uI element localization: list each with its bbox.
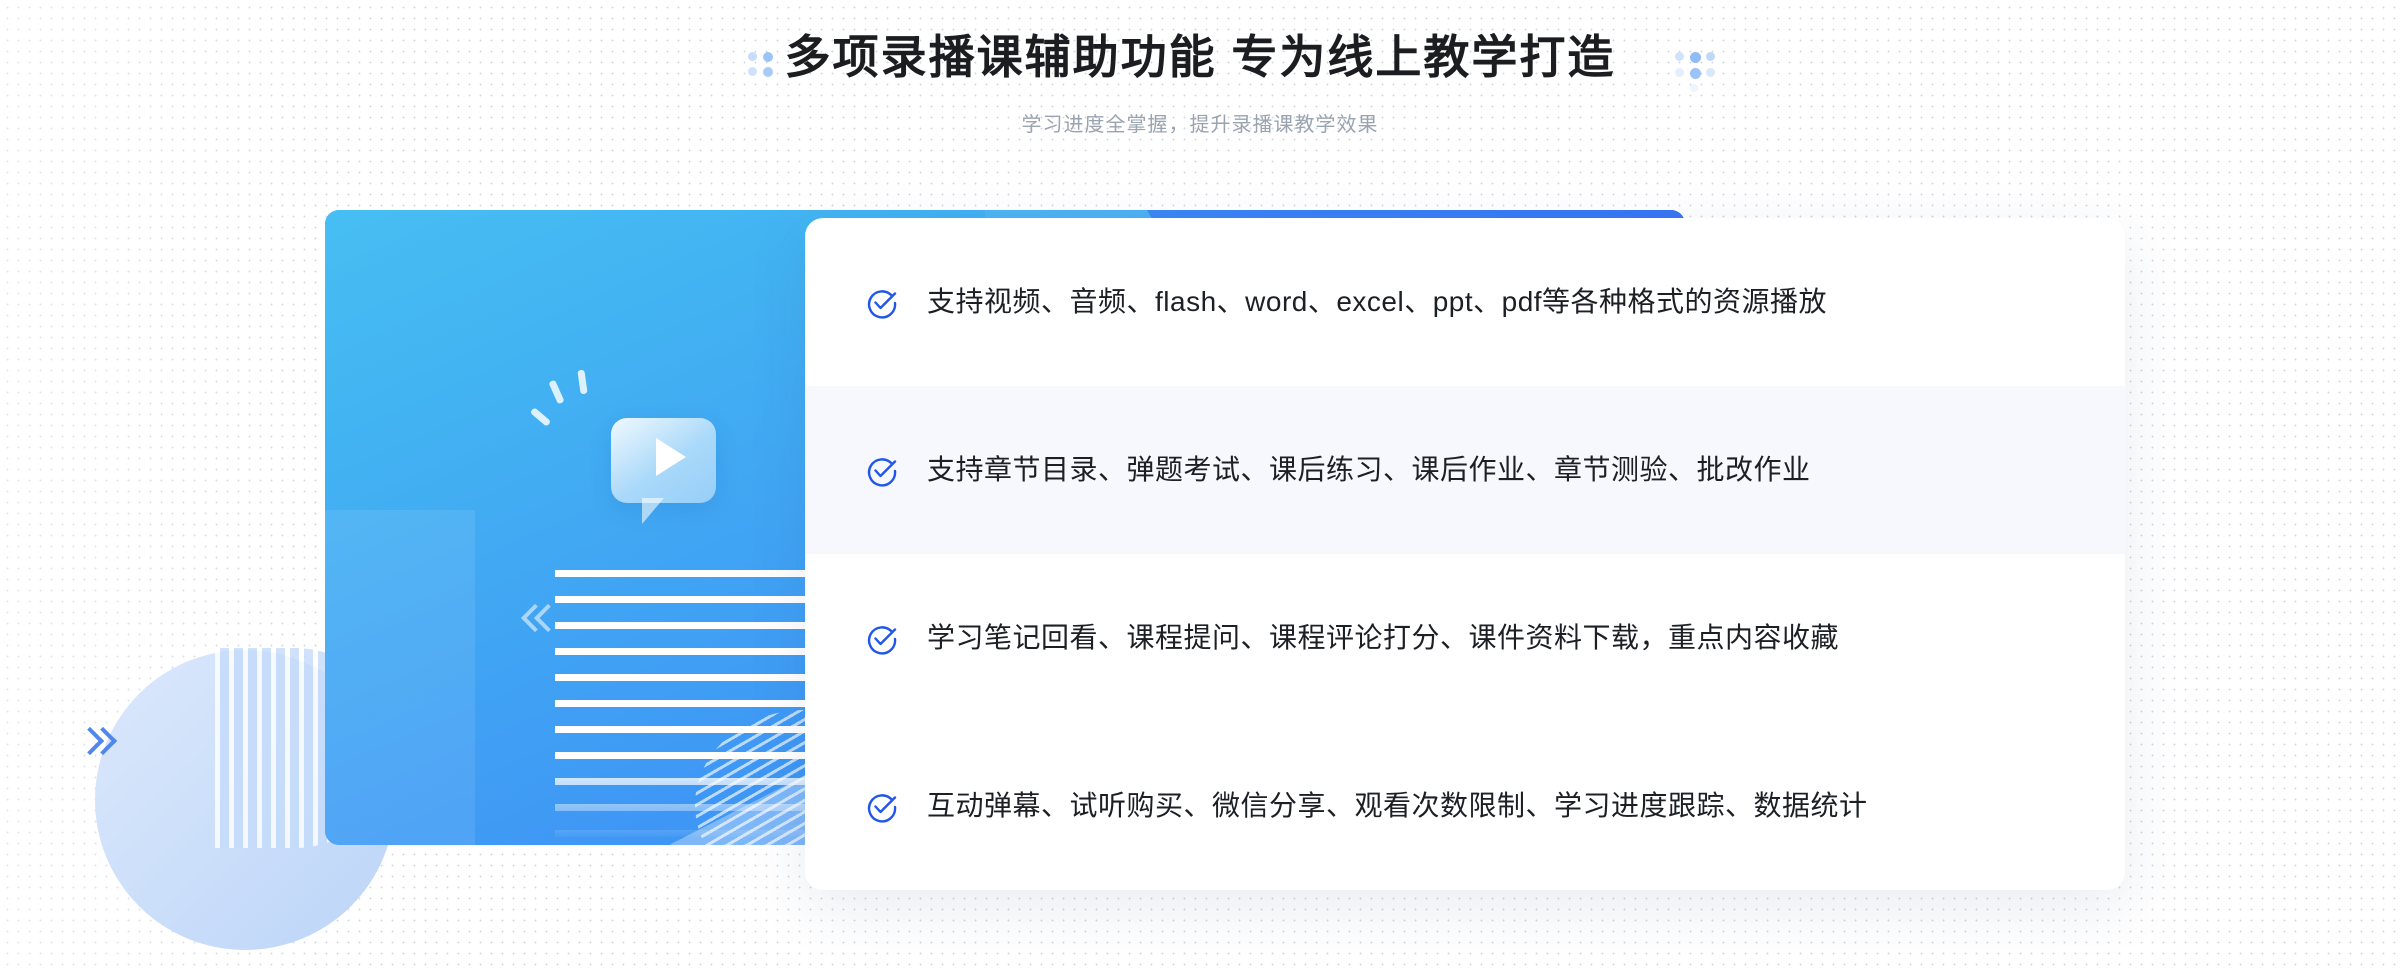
page-header: 多项录播课辅助功能 专为线上教学打造 学习进度全掌握，提升录播课教学效果 [0, 0, 2400, 170]
feature-text: 学习笔记回看、课程提问、课程评论打分、课件资料下载，重点内容收藏 [927, 622, 1840, 653]
feature-text: 支持视频、音频、flash、word、excel、ppt、pdf等各种格式的资源… [927, 286, 1828, 317]
feature-card: 支持视频、音频、flash、word、excel、ppt、pdf等各种格式的资源… [805, 218, 2125, 890]
check-circle-icon [867, 626, 897, 655]
illustration-rect-1 [325, 510, 475, 845]
chevron-left-icon [520, 603, 565, 633]
feature-row-1[interactable]: 支持视频、音频、flash、word、excel、ppt、pdf等各种格式的资源… [805, 218, 2125, 386]
feature-row-2[interactable]: 支持章节目录、弹题考试、课后练习、课后作业、章节测验、批改作业 [805, 386, 2125, 554]
check-circle-icon [867, 458, 897, 487]
check-circle-icon [867, 290, 897, 319]
feature-row-4[interactable]: 互动弹幕、试听购买、微信分享、观看次数限制、学习进度跟踪、数据统计 [805, 722, 2125, 890]
chevron-right-icon [75, 726, 120, 756]
feature-row-3[interactable]: 学习笔记回看、课程提问、课程评论打分、课件资料下载，重点内容收藏 [805, 554, 2125, 722]
page-title: 多项录播课辅助功能 专为线上教学打造 [784, 31, 1616, 83]
feature-text: 支持章节目录、弹题考试、课后练习、课后作业、章节测验、批改作业 [927, 454, 1811, 485]
play-bubble-tail [642, 498, 664, 524]
page-subtitle: 学习进度全掌握，提升录播课教学效果 [1021, 114, 1379, 136]
play-triangle-icon [656, 438, 686, 476]
feature-text: 互动弹幕、试听购买、微信分享、观看次数限制、学习进度跟踪、数据统计 [927, 790, 1868, 821]
check-circle-icon [867, 794, 897, 823]
